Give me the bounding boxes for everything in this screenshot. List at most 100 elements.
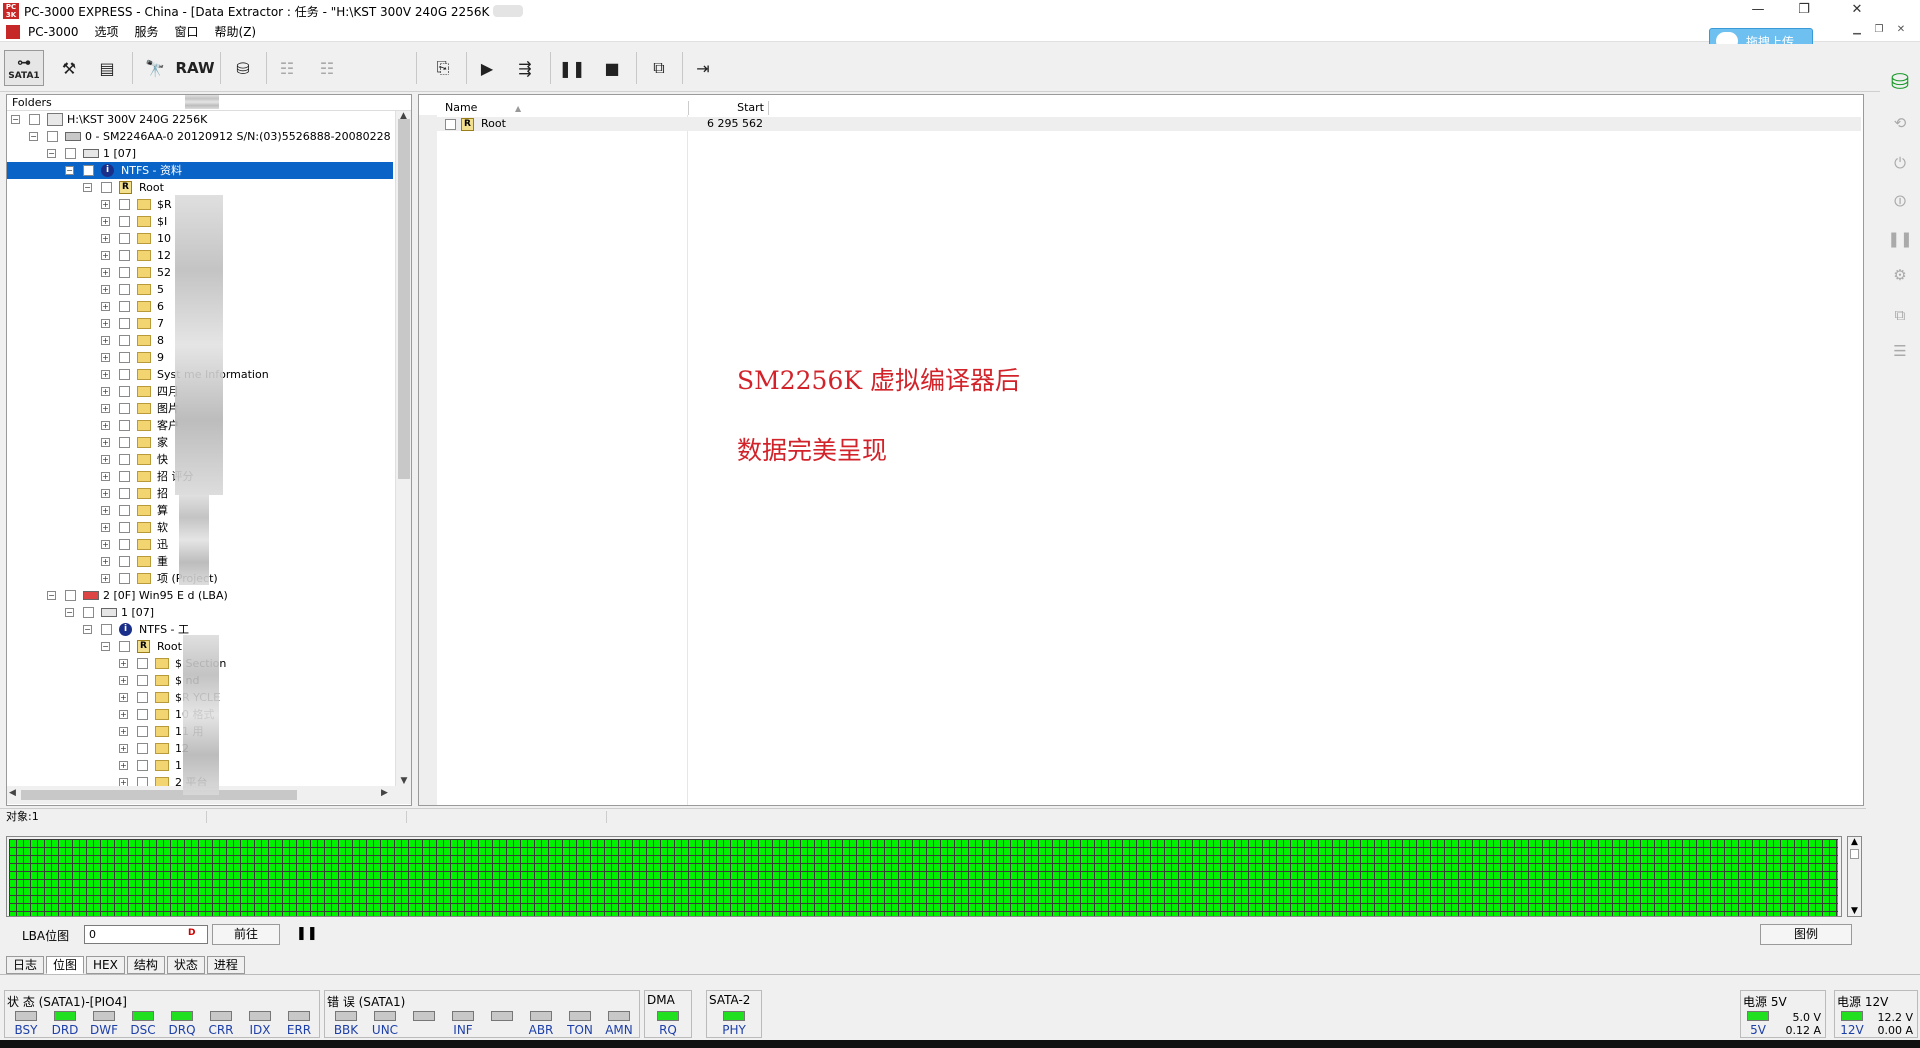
- bitmap-scrollbar[interactable]: ▲ ▼: [1847, 836, 1862, 917]
- tree-node-checkbox[interactable]: [119, 420, 130, 431]
- menu-options[interactable]: 选项: [86, 23, 126, 40]
- tree-node-checkbox[interactable]: [119, 386, 130, 397]
- expand-icon[interactable]: +: [101, 200, 110, 209]
- expand-icon[interactable]: +: [101, 540, 110, 549]
- menu-pc3000[interactable]: PC-3000: [20, 25, 86, 39]
- tree-node-checkbox[interactable]: [137, 726, 148, 737]
- power-12v-icon[interactable]: ⏼: [1886, 192, 1914, 218]
- tree-node-checkbox[interactable]: [119, 233, 130, 244]
- tree-node-checkbox[interactable]: [65, 148, 76, 159]
- expand-icon[interactable]: +: [101, 489, 110, 498]
- menu-service[interactable]: 服务: [127, 23, 167, 40]
- expand-icon[interactable]: +: [101, 319, 110, 328]
- tree-node-checkbox[interactable]: [119, 471, 130, 482]
- tree-node-checkbox[interactable]: [83, 607, 94, 618]
- tree-scroll-thumb[interactable]: [398, 119, 410, 479]
- tree-node[interactable]: − 1 [07]: [7, 145, 393, 162]
- tree-node-checkbox[interactable]: [119, 556, 130, 567]
- maximize-button[interactable]: ❐: [1781, 0, 1827, 22]
- tree-node-checkbox[interactable]: [47, 131, 58, 142]
- disk-icon[interactable]: ⛁: [226, 50, 260, 86]
- tree-node-checkbox[interactable]: [137, 709, 148, 720]
- tree-node-checkbox[interactable]: [119, 505, 130, 516]
- expand-icon[interactable]: +: [101, 234, 110, 243]
- expand-icon[interactable]: +: [101, 251, 110, 260]
- pause-side-icon[interactable]: ❚❚: [1886, 230, 1914, 256]
- expand-icon[interactable]: +: [119, 727, 128, 736]
- tree-node-checkbox[interactable]: [65, 590, 76, 601]
- copy-window-icon[interactable]: ⧉: [642, 50, 676, 86]
- tree-node[interactable]: − 2 [0F] Win95 E d (LBA): [7, 587, 393, 604]
- collapse-icon[interactable]: −: [29, 132, 38, 141]
- tree-vertical-scrollbar[interactable]: ▲ ▼: [395, 111, 411, 786]
- expand-icon[interactable]: +: [101, 217, 110, 226]
- tab-process[interactable]: 进程: [206, 956, 245, 974]
- expand-icon[interactable]: +: [119, 744, 128, 753]
- expand-icon[interactable]: +: [101, 523, 110, 532]
- expand-icon[interactable]: +: [101, 506, 110, 515]
- tree-node-checkbox[interactable]: [119, 369, 130, 380]
- collapse-icon[interactable]: −: [83, 625, 92, 634]
- tree-node-checkbox[interactable]: [83, 165, 94, 176]
- expand-icon[interactable]: +: [101, 336, 110, 345]
- tab-status[interactable]: 状态: [166, 956, 205, 974]
- expand-icon[interactable]: +: [101, 353, 110, 362]
- file-row[interactable]: R Root 6 295 562: [437, 117, 1861, 131]
- process-icon[interactable]: ⇶: [508, 50, 542, 86]
- collapse-icon[interactable]: −: [47, 149, 56, 158]
- tree-node-checkbox[interactable]: [119, 641, 130, 652]
- tree-node-checkbox[interactable]: [119, 403, 130, 414]
- stop-icon[interactable]: ■: [595, 50, 629, 86]
- expand-icon[interactable]: +: [101, 404, 110, 413]
- tree-node-checkbox[interactable]: [137, 658, 148, 669]
- expand-icon[interactable]: +: [119, 676, 128, 685]
- minimize-button[interactable]: —: [1735, 0, 1781, 22]
- settings-side-icon[interactable]: ⚙: [1886, 266, 1914, 292]
- tree-node-checkbox[interactable]: [119, 352, 130, 363]
- collapse-icon[interactable]: −: [11, 115, 20, 124]
- tree-node[interactable]: − H:\KST 300V 240G 2256K: [7, 111, 393, 128]
- expand-icon[interactable]: +: [119, 778, 128, 786]
- tab-log[interactable]: 日志: [6, 956, 45, 974]
- binoculars-icon[interactable]: 🔭: [138, 50, 172, 86]
- expand-icon[interactable]: +: [101, 268, 110, 277]
- tree-node-checkbox[interactable]: [119, 284, 130, 295]
- export-icon[interactable]: ⎘: [426, 50, 460, 86]
- play-icon[interactable]: ▶: [470, 50, 504, 86]
- bitmap-pause-icon[interactable]: ❚❚: [296, 926, 318, 941]
- tree-node-checkbox[interactable]: [119, 488, 130, 499]
- sata-port-button[interactable]: ⊶ SATA1: [4, 50, 44, 86]
- column-name[interactable]: Name ▲: [439, 101, 689, 115]
- tools-icon[interactable]: ⚒: [52, 50, 86, 86]
- passport-icon[interactable]: ▤: [90, 50, 124, 86]
- tab-structure[interactable]: 结构: [126, 956, 165, 974]
- bitmap-scroll-up-icon[interactable]: ▲: [1848, 837, 1861, 847]
- menu-window[interactable]: 窗口: [167, 23, 207, 40]
- tab-hex[interactable]: HEX: [86, 956, 125, 974]
- file-row-checkbox[interactable]: [445, 119, 456, 130]
- bitmap-scroll-down-icon[interactable]: ▼: [1848, 906, 1861, 916]
- tree-node-checkbox[interactable]: [137, 692, 148, 703]
- expand-icon[interactable]: +: [119, 659, 128, 668]
- tree-node-checkbox[interactable]: [137, 675, 148, 686]
- expand-icon[interactable]: +: [101, 285, 110, 294]
- tree-node-checkbox[interactable]: [119, 216, 130, 227]
- tree-node-checkbox[interactable]: [137, 760, 148, 771]
- pause-icon[interactable]: ❚❚: [555, 50, 589, 86]
- expand-icon[interactable]: +: [101, 472, 110, 481]
- tree-node-checkbox[interactable]: [137, 777, 148, 786]
- bitmap-scroll-thumb[interactable]: [1850, 849, 1859, 859]
- tree-node-checkbox[interactable]: [119, 437, 130, 448]
- tree-hscroll-thumb[interactable]: [21, 790, 297, 800]
- go-button[interactable]: 前往: [212, 924, 280, 945]
- scroll-left-icon[interactable]: ◀: [9, 788, 16, 798]
- collapse-icon[interactable]: −: [65, 608, 74, 617]
- tree-node-checkbox[interactable]: [29, 114, 40, 125]
- mdi-close-icon[interactable]: ✕: [1892, 24, 1910, 40]
- expand-icon[interactable]: +: [119, 693, 128, 702]
- tree-node[interactable]: − i NTFS - 资料: [7, 162, 393, 179]
- tree-node[interactable]: − R Root: [7, 179, 393, 196]
- expand-icon[interactable]: +: [101, 370, 110, 379]
- drive-power-icon[interactable]: ⛁: [1886, 70, 1914, 96]
- tree-settings-icon[interactable]: ☷: [310, 50, 344, 86]
